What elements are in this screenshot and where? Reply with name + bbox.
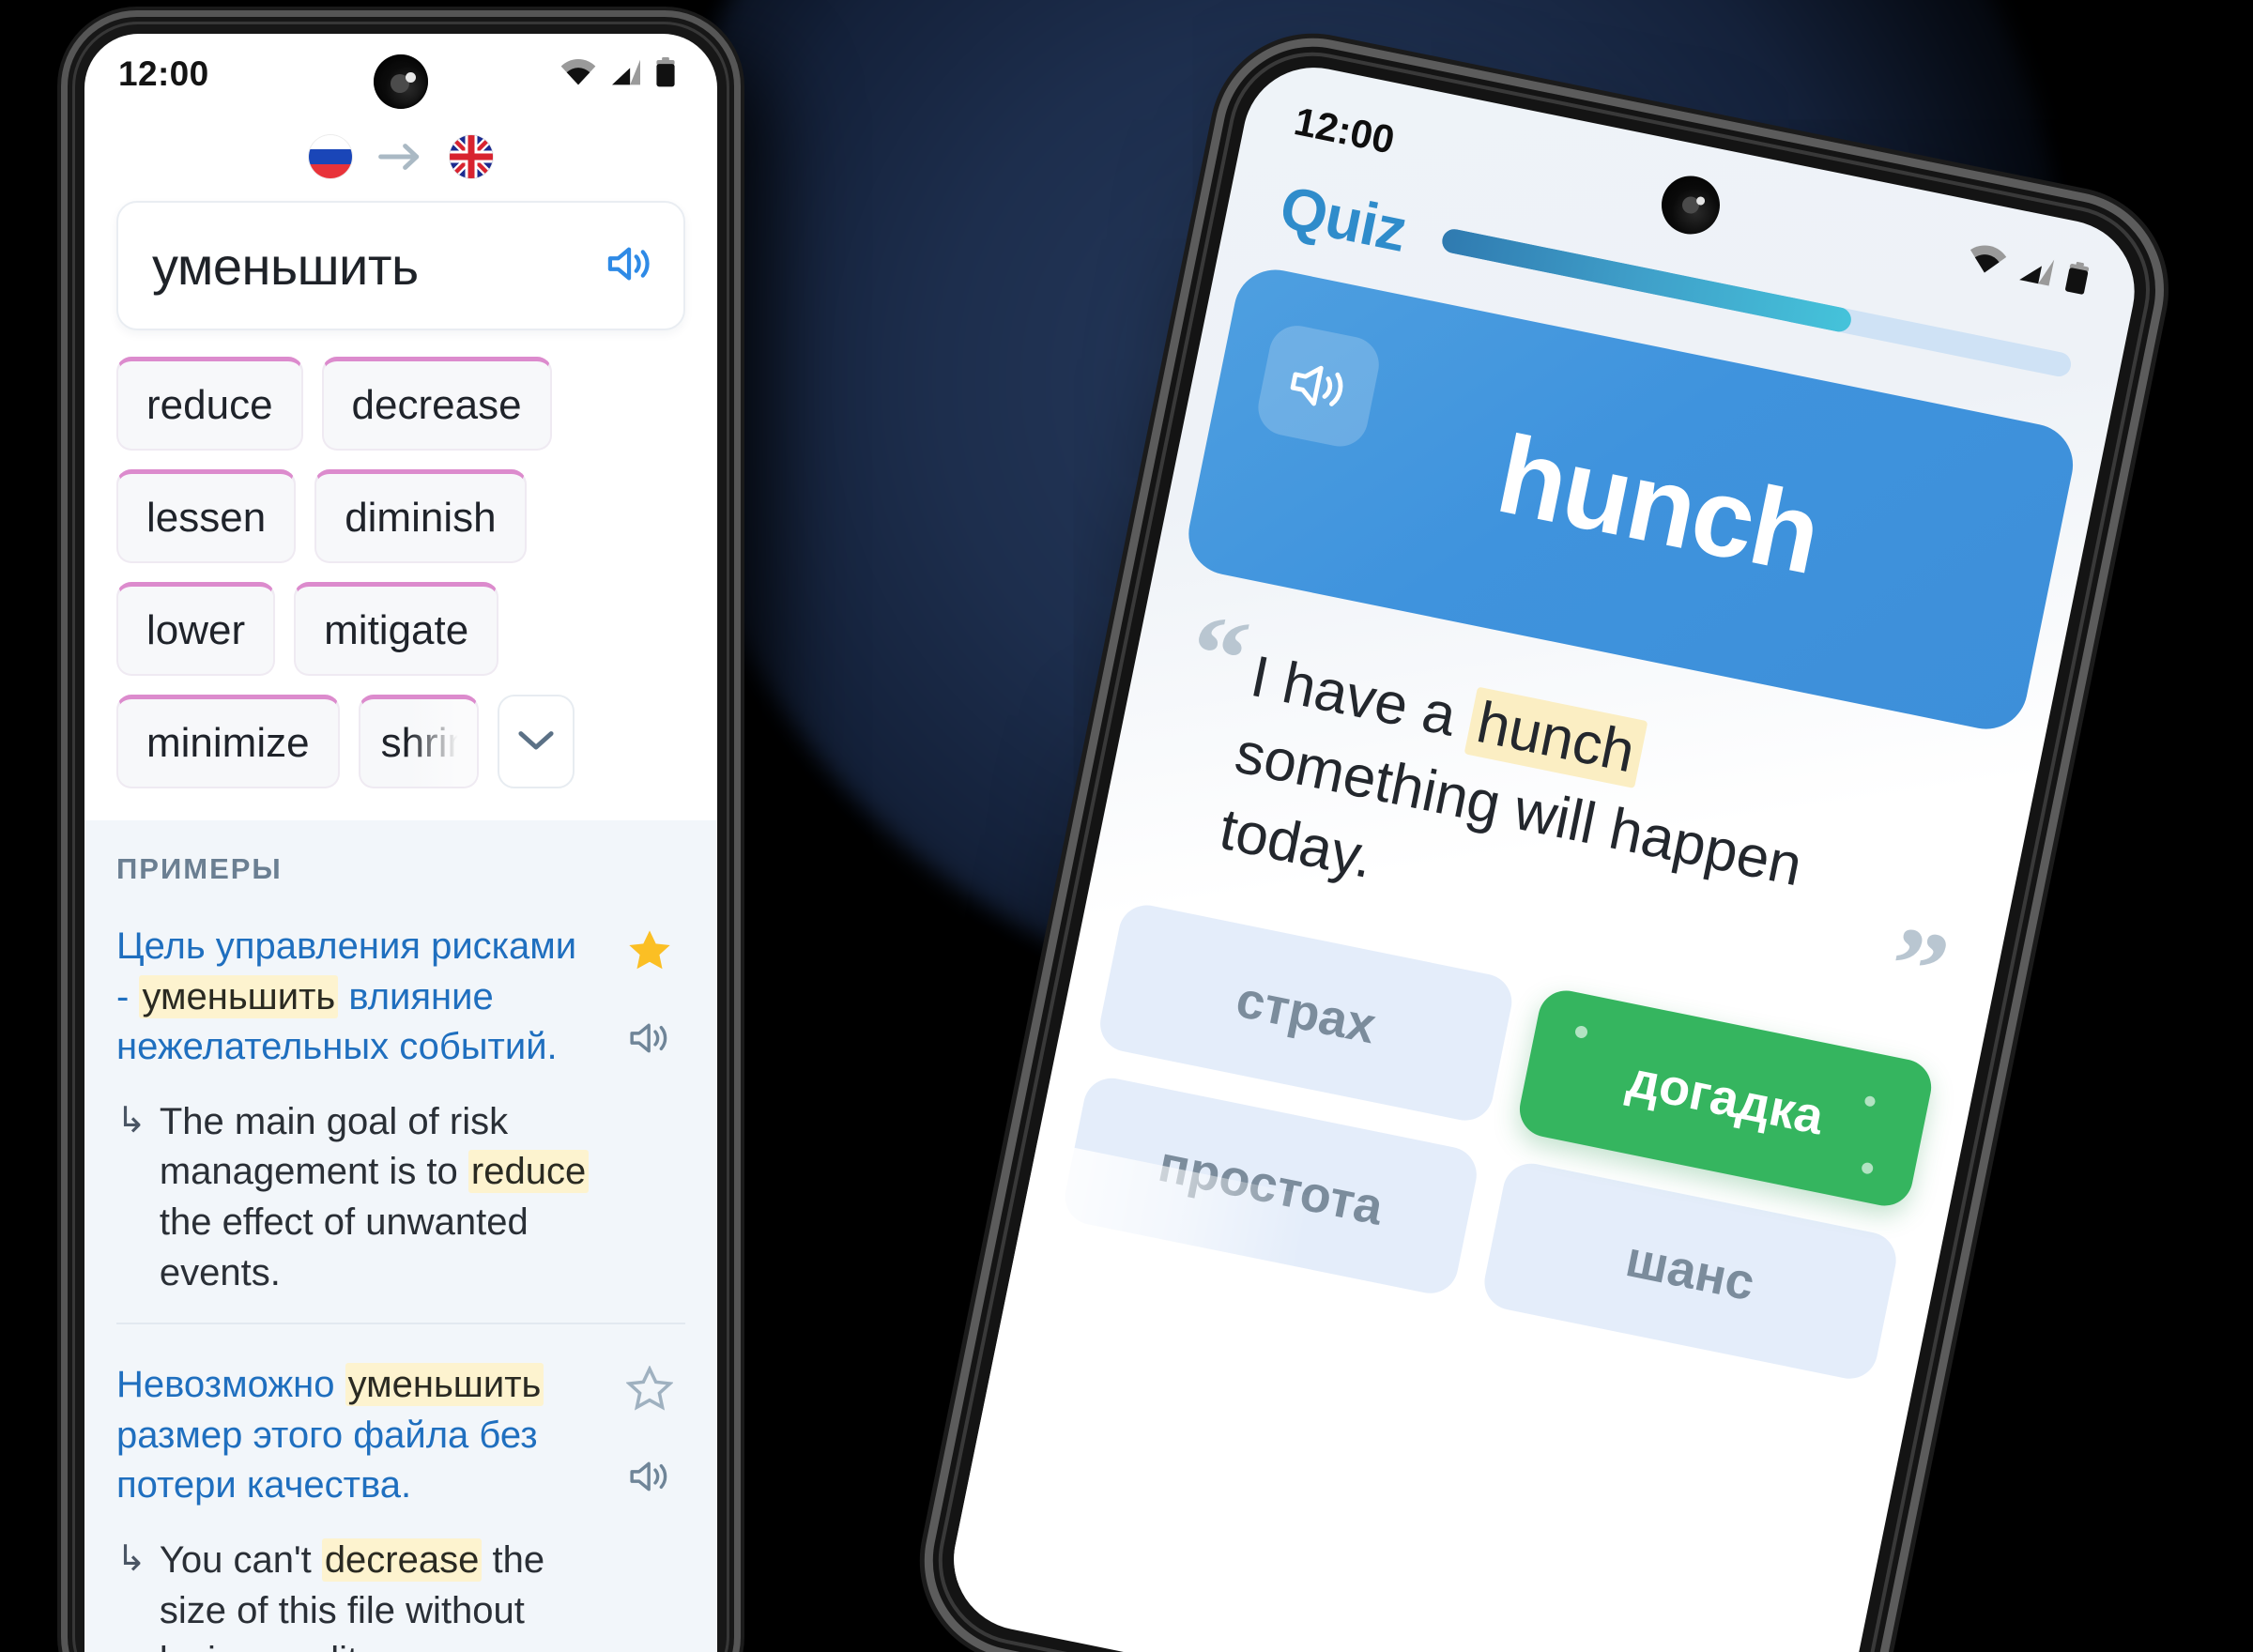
language-direction-bar[interactable] [84,115,717,191]
star-filled-icon[interactable] [626,927,673,977]
example-body: Цель управления рисками - уменьшить влия… [116,922,597,1298]
quiz-word: hunch [1487,412,1830,599]
reply-arrow-icon: ↳ [116,1100,146,1140]
example-item: Невозможно уменьшить размер этого файла … [116,1323,685,1652]
sentence-part: The main goal of risk management is to [159,1100,509,1193]
translation-chip[interactable]: reduce [116,357,303,451]
flag-russia-icon[interactable] [309,135,352,178]
highlighted-term: decrease [321,1537,483,1582]
example-actions [614,922,685,1298]
highlighted-term: уменьшить [345,1363,544,1407]
reply-arrow-icon: ↳ [116,1538,146,1579]
sentence-part: размер этого файла без потери качества. [116,1414,538,1507]
status-clock: 12:00 [118,54,209,93]
sparkle-icon [1861,1161,1875,1175]
search-input-value: уменьшить [152,236,419,296]
sentence-part: the effect of unwanted events. [159,1201,529,1293]
front-camera-icon [1656,170,1725,240]
battery-icon [655,56,676,92]
arrow-right-icon [376,141,425,173]
sentence-part: Невозможно [116,1364,345,1406]
status-icons [1963,239,2092,300]
chevron-down-icon [516,727,556,757]
wifi-icon [559,58,597,91]
cell-signal-icon [2015,251,2058,292]
speaker-icon[interactable] [627,1457,672,1501]
target-sentence-text: You can't decrease the size of this file… [160,1536,597,1652]
example-source-sentence: Невозможно уменьшить размер этого файла … [116,1360,597,1511]
translation-chip[interactable]: lessen [116,469,297,563]
status-bar-left: 12:00 [84,34,717,115]
example-body: Невозможно уменьшить размер этого файла … [116,1360,597,1652]
status-icons [559,56,676,92]
highlighted-term: уменьшить [139,974,339,1018]
battery-icon [2062,260,2092,300]
quiz-option-label: догадка [1622,1050,1829,1146]
translation-chip[interactable]: minimize [116,695,340,788]
translation-chip[interactable]: decrease [321,357,552,451]
phone-left-device: 12:00 уменьшить reduce decrease lessen d… [68,17,734,1652]
speaker-icon[interactable] [605,242,655,290]
flag-united-kingdom-icon[interactable] [450,135,493,178]
sparkle-icon [1573,1025,1589,1040]
translation-chip[interactable]: mitigate [294,582,499,676]
sparkle-icon [1863,1094,1877,1108]
examples-section: ПРИМЕРЫ Цель управления рисками - уменьш… [84,820,717,1652]
translation-chip[interactable]: shrink [358,695,479,788]
search-input[interactable]: уменьшить [116,201,685,330]
example-item: Цель управления рисками - уменьшить влия… [116,886,685,1323]
highlighted-term: reduce [467,1150,590,1194]
speaker-icon[interactable] [627,1018,672,1063]
star-outline-icon[interactable] [625,1365,674,1415]
front-camera-icon [374,54,428,109]
quote-close-icon: ” [1878,902,1958,1034]
example-actions [614,1360,685,1652]
examples-heading: ПРИМЕРЫ [116,852,283,885]
example-target-sentence: ↳ You can't decrease the size of this fi… [116,1536,597,1652]
example-source-sentence: Цель управления рисками - уменьшить влия… [116,922,597,1073]
sentence-part: You can't [159,1538,322,1581]
example-target-sentence: ↳ The main goal of risk management is to… [116,1097,597,1298]
wifi-icon [1963,240,2010,283]
status-clock: 12:00 [1290,99,1399,162]
screenshot-stage: 12:00 уменьшить reduce decrease lessen d… [0,0,2253,1652]
speaker-icon[interactable] [1253,320,1385,451]
target-sentence-text: The main goal of risk management is to r… [160,1097,597,1298]
dictionary-screen: 12:00 уменьшить reduce decrease lessen d… [84,34,717,1652]
expand-translations-button[interactable] [497,695,575,788]
translation-chip[interactable]: lower [116,582,276,676]
translation-chip[interactable]: diminish [314,469,527,563]
translation-chips: reduce decrease lessen diminish lower mi… [84,330,717,788]
cell-signal-icon [609,58,643,91]
